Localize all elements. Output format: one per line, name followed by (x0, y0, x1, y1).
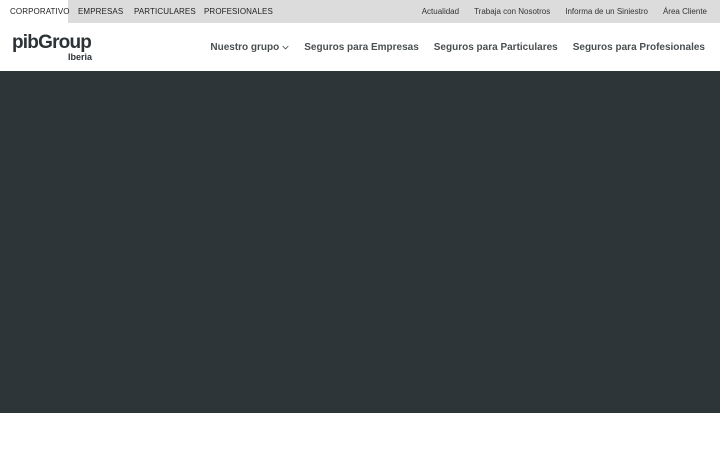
segment-particulares[interactable]: PARTICULARES (124, 0, 196, 23)
utility-links: Actualidad Trabaja con Nosotros Informa … (407, 0, 720, 23)
nav-item-seguros-profesionales[interactable]: Seguros para Profesionales (573, 42, 705, 53)
logo-subtitle: Iberia (67, 52, 92, 62)
chevron-down-icon (282, 45, 289, 49)
nav-item-seguros-empresas[interactable]: Seguros para Empresas (304, 42, 419, 53)
segment-empresas[interactable]: EMPRESAS (68, 0, 124, 23)
hero-banner (0, 71, 720, 413)
brand-logo[interactable]: pibGroup Iberia (12, 30, 96, 64)
utility-link-actualidad[interactable]: Actualidad (422, 7, 459, 16)
segment-profesionales[interactable]: PROFESIONALES (194, 0, 283, 23)
nav-item-nuestro-grupo[interactable]: Nuestro grupo (210, 42, 289, 53)
nav-item-seguros-particulares[interactable]: Seguros para Particulares (434, 42, 558, 53)
utility-link-trabaja[interactable]: Trabaja con Nosotros (474, 7, 550, 16)
utility-link-siniestro[interactable]: Informa de un Siniestro (565, 7, 648, 16)
utility-link-area-cliente[interactable]: Área Cliente (663, 7, 707, 16)
main-nav: Nuestro grupo Seguros para Empresas Segu… (195, 42, 720, 53)
nav-item-label: Nuestro grupo (210, 41, 280, 53)
segment-tabs: CORPORATIVO EMPRESAS PARTICULARES PROFES… (0, 0, 283, 23)
segment-corporativo[interactable]: CORPORATIVO (0, 0, 70, 23)
logo-wordmark: pibGroup (12, 32, 92, 53)
top-bar: CORPORATIVO EMPRESAS PARTICULARES PROFES… (0, 0, 720, 23)
main-header: pibGroup Iberia Nuestro grupo Seguros pa… (0, 23, 720, 71)
